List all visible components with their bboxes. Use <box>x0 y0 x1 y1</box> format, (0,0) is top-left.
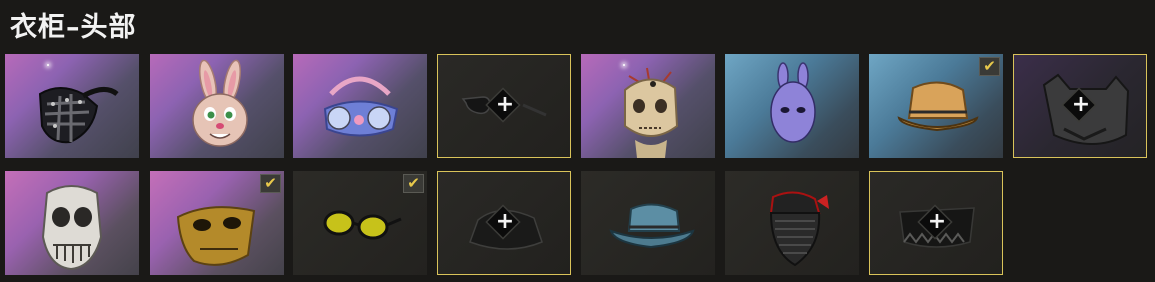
item-bunny-respirator[interactable] <box>293 54 427 158</box>
item-wolf-mask[interactable]: + <box>1013 54 1147 158</box>
skull-mask-icon <box>41 185 103 271</box>
slot-sunglasses-empty[interactable]: + <box>437 54 571 158</box>
item-scarecrow-mask[interactable] <box>581 54 715 158</box>
equipped-check-icon: ✔ <box>979 57 1000 76</box>
item-face-mask[interactable] <box>725 171 859 275</box>
plus-icon: + <box>495 92 515 117</box>
page-title: 衣柜–头部 <box>10 12 137 43</box>
item-purple-rabbit-mask[interactable] <box>725 54 859 158</box>
plus-icon: + <box>927 209 947 234</box>
slot-face-cover-empty[interactable]: + <box>869 171 1003 275</box>
item-yellow-sunglasses[interactable]: ✔ <box>293 171 427 275</box>
item-skull-mask[interactable] <box>5 171 139 275</box>
wardrobe-grid: + ✔ + ✔ ✔ + + <box>5 54 1150 276</box>
item-teal-bucket-hat[interactable] <box>581 171 715 275</box>
item-gold-half-mask[interactable]: ✔ <box>150 171 284 275</box>
scarecrow-mask-icon <box>624 67 679 158</box>
plus-icon: + <box>1071 92 1091 117</box>
equipped-check-icon: ✔ <box>260 174 281 193</box>
plus-icon: + <box>495 209 515 234</box>
purple-rabbit-mask-icon <box>770 62 816 143</box>
teal-bucket-hat-icon <box>609 203 695 249</box>
item-orange-bucket-hat[interactable]: ✔ <box>869 54 1003 158</box>
item-spiked-mask[interactable] <box>5 54 139 158</box>
slot-hat-empty[interactable]: + <box>437 171 571 275</box>
bunny-respirator-icon <box>323 76 399 137</box>
item-bunny-mask[interactable] <box>150 54 284 158</box>
face-mask-icon <box>769 191 829 267</box>
bunny-mask-icon <box>192 59 248 147</box>
spiked-mask-icon <box>38 87 119 144</box>
equipped-check-icon: ✔ <box>403 174 424 193</box>
